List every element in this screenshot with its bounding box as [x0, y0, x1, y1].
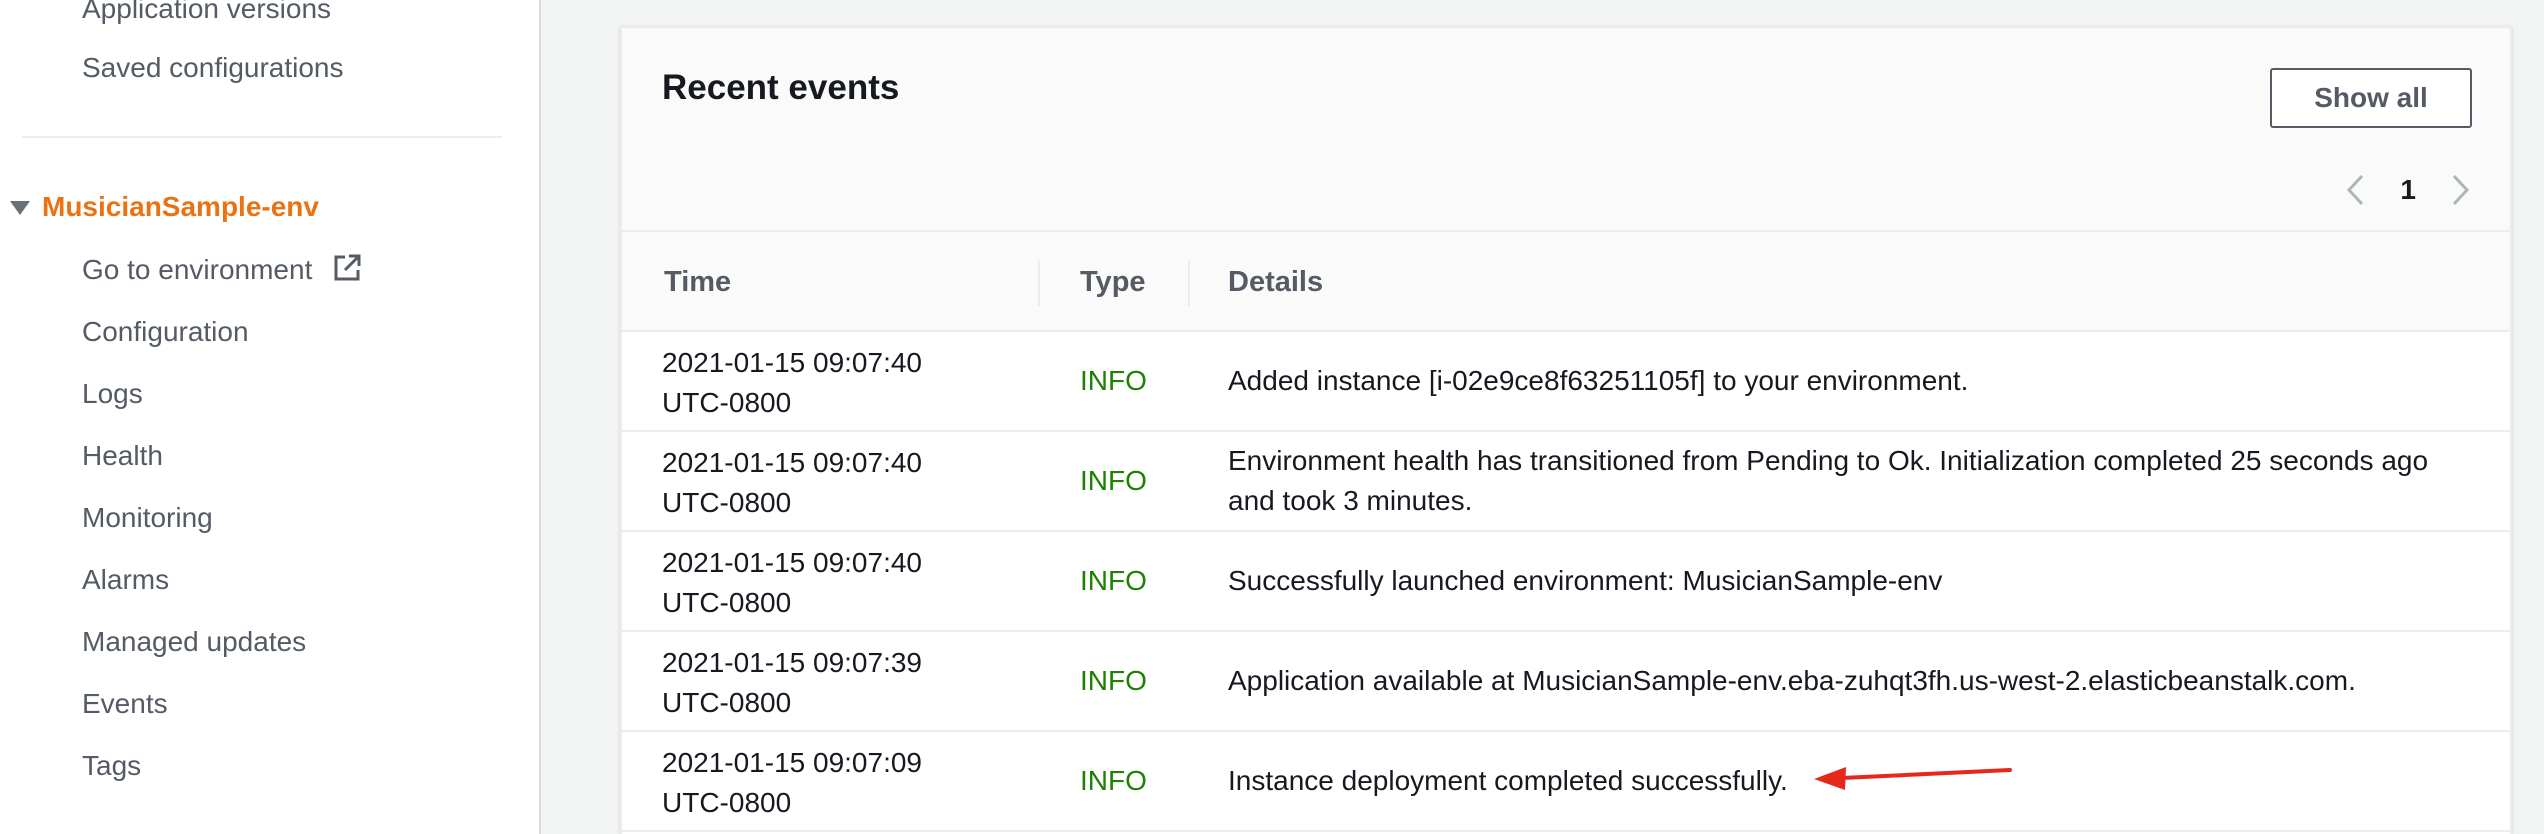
event-type: INFO — [1080, 365, 1147, 396]
external-link-icon — [334, 254, 361, 281]
panel-header: Recent events Show all 1 — [622, 28, 2510, 232]
event-timezone: UTC-0800 — [662, 687, 792, 718]
sidebar-item-saved-configurations[interactable]: Saved configurations — [82, 51, 344, 85]
event-details-text: Successfully launched environment: Music… — [1228, 565, 1943, 596]
event-time: 2021-01-15 09:07:39 UTC-0800 — [662, 643, 922, 723]
pagination: 1 — [2344, 173, 2472, 207]
sidebar-item-go-to-environment[interactable]: Go to environment — [82, 253, 362, 287]
event-timezone: UTC-0800 — [662, 787, 792, 818]
event-timezone: UTC-0800 — [662, 487, 792, 518]
table-row: 2021-01-15 09:07:09 UTC-0800 INFO Instanc… — [622, 732, 2510, 832]
event-details-text: Instance deployment completed successful… — [1228, 765, 1788, 796]
sidebar: Application versions Saved configuration… — [0, 0, 541, 834]
arrow-annotation-icon — [1814, 767, 2012, 790]
panel-title: Recent events — [662, 68, 900, 107]
event-type: INFO — [1080, 465, 1147, 496]
event-date: 2021-01-15 09:07:39 — [662, 647, 922, 678]
sidebar-item-tags[interactable]: Tags — [82, 749, 141, 783]
table-header-row: Time Type Details — [622, 232, 2510, 332]
column-resizer[interactable] — [1188, 260, 1190, 306]
sidebar-item-configuration[interactable]: Configuration — [82, 315, 249, 349]
event-type: INFO — [1080, 665, 1147, 696]
sidebar-divider — [22, 136, 502, 138]
event-details: Added instance [i-02e9ce8f63251105f] to … — [1228, 332, 2480, 430]
show-all-button[interactable]: Show all — [2270, 68, 2472, 128]
event-details: Successfully launched environment: Music… — [1228, 532, 2480, 630]
event-details: Environment health has transitioned from… — [1228, 432, 2480, 530]
event-type: INFO — [1080, 765, 1147, 796]
sidebar-item-managed-updates[interactable]: Managed updates — [82, 625, 306, 659]
event-type: INFO — [1080, 565, 1147, 596]
sidebar-item-label: Go to environment — [82, 254, 313, 285]
event-details-text: Environment health has transitioned from… — [1228, 445, 2429, 516]
event-date: 2021-01-15 09:07:40 — [662, 547, 922, 578]
column-header-details[interactable]: Details — [1228, 232, 1323, 332]
event-date: 2021-01-15 09:07:40 — [662, 447, 922, 478]
environment-name: MusicianSample-env — [42, 191, 319, 222]
event-details-text: Application available at MusicianSample-… — [1228, 665, 2356, 696]
event-details-text: Added instance [i-02e9ce8f63251105f] to … — [1228, 365, 1969, 396]
event-timezone: UTC-0800 — [662, 387, 792, 418]
sidebar-item-logs[interactable]: Logs — [82, 377, 143, 411]
event-details: Application available at MusicianSample-… — [1228, 632, 2480, 730]
column-header-time[interactable]: Time — [664, 232, 731, 332]
event-date: 2021-01-15 09:07:09 — [662, 747, 922, 778]
sidebar-item-health[interactable]: Health — [82, 439, 163, 473]
chevron-right-icon[interactable] — [2450, 173, 2472, 207]
chevron-left-icon[interactable] — [2344, 173, 2366, 207]
column-resizer[interactable] — [1038, 260, 1040, 306]
caret-down-icon — [10, 201, 30, 215]
recent-events-panel: Recent events Show all 1 Time Type Detai… — [620, 26, 2512, 834]
environment-section-toggle[interactable]: MusicianSample-env — [10, 190, 319, 224]
event-time: 2021-01-15 09:07:40 UTC-0800 — [662, 343, 922, 423]
column-header-type[interactable]: Type — [1080, 232, 1146, 332]
event-timezone: UTC-0800 — [662, 587, 792, 618]
sidebar-item-application-versions[interactable]: Application versions — [82, 0, 331, 26]
sidebar-item-events[interactable]: Events — [82, 687, 168, 721]
event-date: 2021-01-15 09:07:40 — [662, 347, 922, 378]
sidebar-item-monitoring[interactable]: Monitoring — [82, 501, 213, 535]
table-row: 2021-01-15 09:07:40 UTC-0800 INFO Success… — [622, 532, 2510, 632]
table-row: 2021-01-15 09:07:40 UTC-0800 INFO Added i… — [622, 332, 2510, 432]
sidebar-item-alarms[interactable]: Alarms — [82, 563, 169, 597]
event-time: 2021-01-15 09:07:40 UTC-0800 — [662, 543, 922, 623]
event-time: 2021-01-15 09:07:09 UTC-0800 — [662, 743, 922, 823]
event-time: 2021-01-15 09:07:40 UTC-0800 — [662, 443, 922, 523]
table-row: 2021-01-15 09:07:39 UTC-0800 INFO Applica… — [622, 632, 2510, 732]
table-row: 2021-01-15 09:07:40 UTC-0800 INFO Environ… — [622, 432, 2510, 532]
page-number-current[interactable]: 1 — [2400, 174, 2416, 206]
